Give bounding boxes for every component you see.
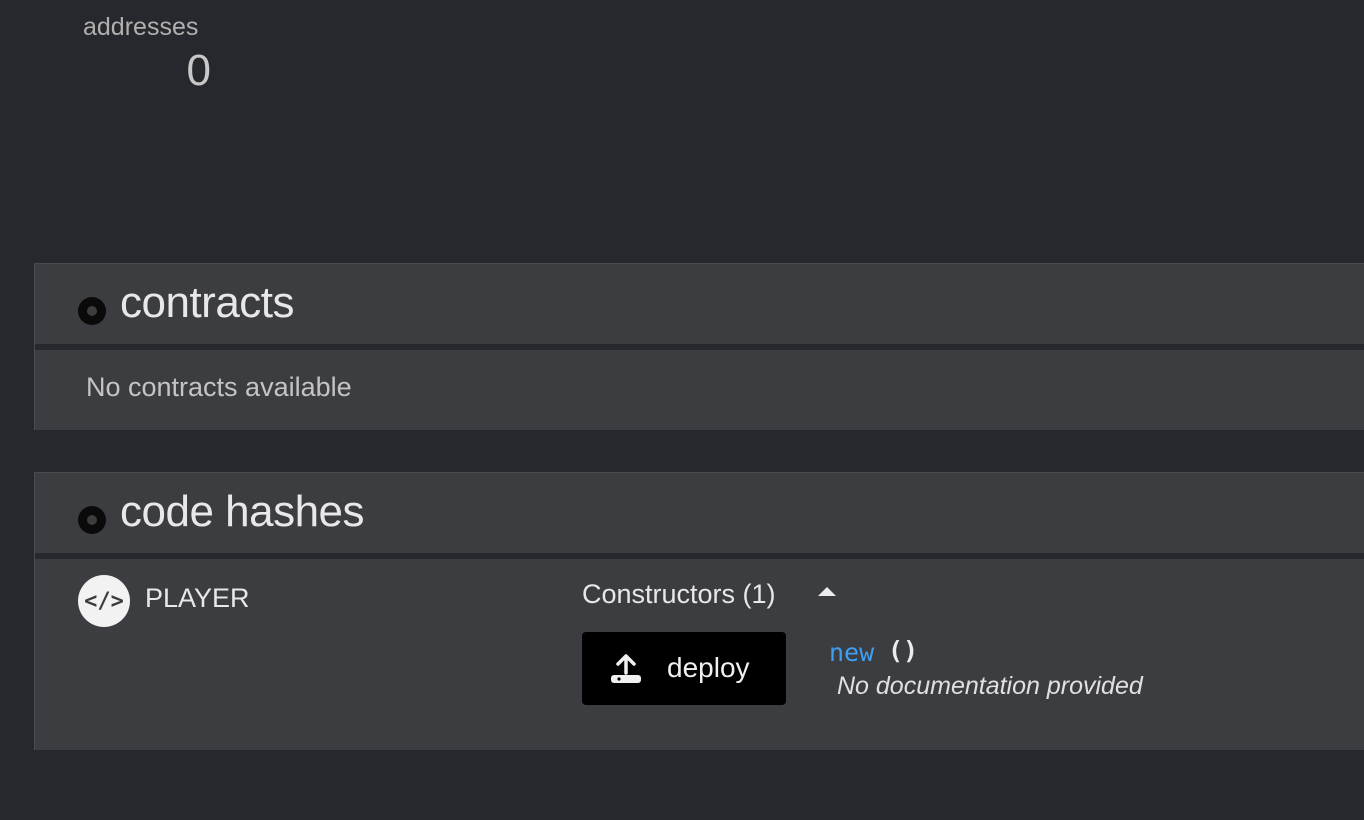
contracts-panel: contracts No contracts available bbox=[34, 263, 1364, 430]
code-icon: </> bbox=[78, 575, 130, 627]
deploy-label: deploy bbox=[667, 652, 750, 683]
contracts-header[interactable]: contracts bbox=[35, 264, 1364, 344]
contracts-title: contracts bbox=[120, 278, 295, 327]
constructor-method-name[interactable]: new bbox=[829, 638, 874, 667]
divider bbox=[35, 553, 1364, 559]
addresses-stat: addresses 0 bbox=[83, 12, 213, 96]
divider bbox=[35, 344, 1364, 350]
status-dot-icon bbox=[78, 506, 106, 534]
deploy-button[interactable]: deploy bbox=[582, 632, 786, 705]
constructor-args: () bbox=[888, 636, 919, 665]
code-hashes-panel: code hashes </> PLAYER Constructors (1) … bbox=[34, 472, 1364, 750]
addresses-label: addresses bbox=[83, 13, 199, 41]
caret-up-icon[interactable] bbox=[818, 587, 836, 596]
constructor-doc: No documentation provided bbox=[837, 672, 1143, 700]
code-hash-name: PLAYER bbox=[145, 583, 250, 613]
status-dot-icon bbox=[78, 297, 106, 325]
addresses-count: 0 bbox=[186, 46, 211, 95]
contracts-empty-text: No contracts available bbox=[86, 372, 352, 402]
constructors-toggle[interactable]: Constructors (1) bbox=[582, 579, 776, 610]
code-hashes-title: code hashes bbox=[120, 487, 365, 536]
code-hashes-header[interactable]: code hashes bbox=[35, 473, 1364, 553]
upload-icon bbox=[611, 654, 641, 683]
